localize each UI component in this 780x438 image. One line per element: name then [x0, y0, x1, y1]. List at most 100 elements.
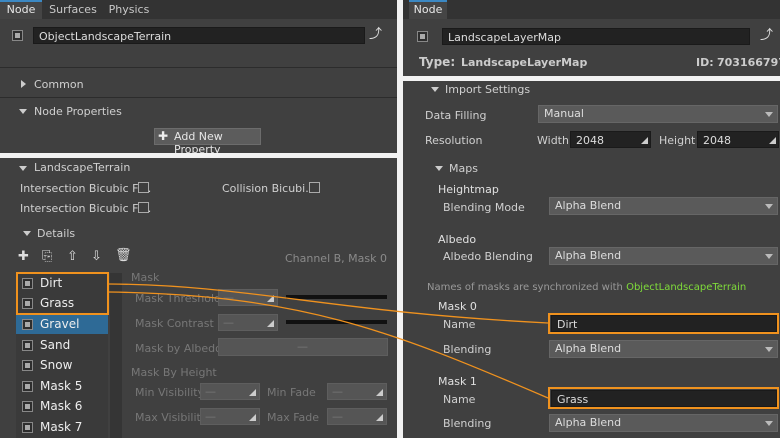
expanded-arrow-icon[interactable]	[435, 166, 443, 171]
collapsed-arrow-icon[interactable]	[21, 80, 26, 88]
mask-checkbox[interactable]	[22, 381, 33, 392]
section-maps[interactable]: Maps	[449, 162, 478, 175]
sync-note-text: Names of masks are synchronized with	[427, 282, 627, 293]
delete-trash-icon[interactable]: 🗑	[115, 249, 132, 262]
heightmap-title: Heightmap	[438, 183, 499, 196]
tab-node[interactable]: Node	[409, 0, 447, 19]
mask-list-item-gravel[interactable]: Gravel	[16, 314, 108, 334]
share-node-icon[interactable]: ⤴	[369, 28, 382, 41]
mask-by-albedo-color[interactable]: —	[218, 338, 388, 356]
collision-bicubic-label: Collision Bicubi...	[222, 182, 316, 195]
pin-icon	[247, 412, 256, 421]
data-filling-label: Data Filling	[425, 109, 487, 122]
albedo-blending-label: Albedo Blending	[443, 250, 533, 263]
mask0-blending-dropdown[interactable]: Alpha Blend	[549, 340, 778, 358]
data-filling-dropdown[interactable]: Manual	[538, 105, 778, 123]
layer-map-name-field[interactable]: LandscapeLayerMap	[442, 28, 750, 45]
empty-value: —	[332, 385, 343, 398]
mask-checkbox[interactable]	[22, 422, 33, 433]
mask-checkbox[interactable]	[22, 401, 33, 412]
mask-by-height-title: Mask By Height	[131, 366, 217, 379]
node-name-field[interactable]: ObjectLandscapeTerrain	[33, 27, 365, 44]
move-up-icon[interactable]: ⇧	[67, 250, 78, 263]
separator	[0, 97, 397, 98]
mask-contrast-slider[interactable]	[286, 320, 387, 324]
add-mask-icon[interactable]: ✚	[18, 250, 29, 263]
collision-bicubic-checkbox[interactable]	[309, 182, 320, 193]
add-property-label: Add New Property	[174, 130, 223, 153]
albedo-blending-dropdown[interactable]: Alpha Blend	[549, 247, 778, 265]
dropdown-value: Alpha Blend	[555, 416, 622, 429]
section-details[interactable]: Details	[37, 227, 75, 240]
mask-list-item-mask5[interactable]: Mask 5	[16, 376, 108, 396]
width-label: Width	[537, 134, 569, 147]
layer-map-enabled-checkbox[interactable]	[417, 31, 428, 42]
chevron-down-icon	[765, 112, 773, 117]
right-tab-bar: Node	[403, 0, 780, 19]
mask-label: Sand	[40, 338, 71, 352]
node-enabled-checkbox[interactable]	[12, 30, 23, 41]
empty-value: —	[223, 291, 234, 304]
separator	[0, 67, 397, 68]
add-new-property-button[interactable]: ✚ Add New Property	[154, 128, 261, 153]
mask1-blending-label: Blending	[443, 417, 492, 430]
share-node-icon[interactable]: ⤴	[760, 29, 773, 42]
min-visibility-field[interactable]: —	[200, 383, 260, 400]
mask-list-scrollbar[interactable]	[110, 273, 122, 438]
mask-checkbox[interactable]	[22, 340, 33, 351]
expanded-arrow-icon[interactable]	[19, 109, 27, 114]
blending-mode-dropdown[interactable]: Alpha Blend	[549, 197, 778, 215]
mask-list-item-mask7[interactable]: Mask 7	[16, 417, 108, 437]
section-landscape-terrain[interactable]: LandscapeTerrain	[34, 161, 130, 174]
mask1-blending-dropdown[interactable]: Alpha Blend	[549, 414, 778, 432]
empty-value: —	[205, 410, 216, 423]
expanded-arrow-icon[interactable]	[431, 87, 439, 92]
intersection-bicubic-checkbox-2[interactable]	[138, 202, 149, 213]
max-visibility-field[interactable]: —	[200, 408, 260, 425]
channel-info: Channel B, Mask 0	[284, 252, 387, 265]
expanded-arrow-icon[interactable]	[19, 166, 27, 171]
empty-value: —	[297, 340, 308, 353]
left-tab-bar: Node Surfaces Physics	[0, 0, 397, 19]
min-fade-field[interactable]: —	[327, 383, 387, 400]
chevron-down-icon	[765, 421, 773, 426]
move-down-icon[interactable]: ⇩	[91, 250, 102, 263]
mask-list-item-snow[interactable]: Snow	[16, 355, 108, 375]
mask0-name-label: Name	[443, 318, 476, 331]
pin-icon	[374, 387, 383, 396]
mask-threshold-slider[interactable]	[286, 295, 387, 299]
max-fade-field[interactable]: —	[327, 408, 387, 425]
empty-value: —	[332, 410, 343, 423]
min-visibility-label: Min Visibility	[135, 386, 205, 399]
mask-label: Mask 5	[40, 379, 83, 393]
section-import-settings[interactable]: Import Settings	[445, 83, 530, 96]
sync-note-link[interactable]: ObjectLandscapeTerrain	[626, 282, 746, 293]
section-common[interactable]: Common	[34, 78, 84, 91]
section-node-properties[interactable]: Node Properties	[34, 105, 122, 118]
mask-checkbox[interactable]	[22, 360, 33, 371]
mask-list-item-sand[interactable]: Sand	[16, 335, 108, 355]
expanded-arrow-icon[interactable]	[23, 231, 31, 236]
tab-physics[interactable]: Physics	[104, 0, 154, 19]
mask-checkbox[interactable]	[22, 319, 33, 330]
tab-surfaces[interactable]: Surfaces	[44, 0, 102, 19]
highlight-mask1-name-box	[548, 387, 779, 409]
mask-label: Snow	[40, 358, 73, 372]
mask-threshold-field[interactable]: —	[218, 289, 278, 306]
mask-label: Gravel	[40, 317, 80, 331]
mask-list-item-mask6[interactable]: Mask 6	[16, 396, 108, 416]
pin-icon	[374, 412, 383, 421]
albedo-title: Albedo	[438, 233, 477, 246]
dropdown-value: Manual	[544, 107, 584, 120]
tab-node[interactable]: Node	[0, 0, 42, 19]
intersection-bicubic-checkbox-1[interactable]	[138, 182, 149, 193]
mask-contrast-field[interactable]: —	[218, 314, 278, 331]
height-label: Height	[659, 134, 696, 147]
chevron-down-icon	[765, 347, 773, 352]
sync-note: Names of masks are synchronized with Obj…	[427, 282, 746, 293]
copy-mask-icon[interactable]: ⎘	[42, 250, 52, 263]
min-fade-label: Min Fade	[267, 386, 316, 399]
pin-icon	[639, 135, 648, 144]
intersection-bicubic-label-1: Intersection Bicubic Fi...	[20, 182, 152, 195]
pin-icon	[247, 387, 256, 396]
